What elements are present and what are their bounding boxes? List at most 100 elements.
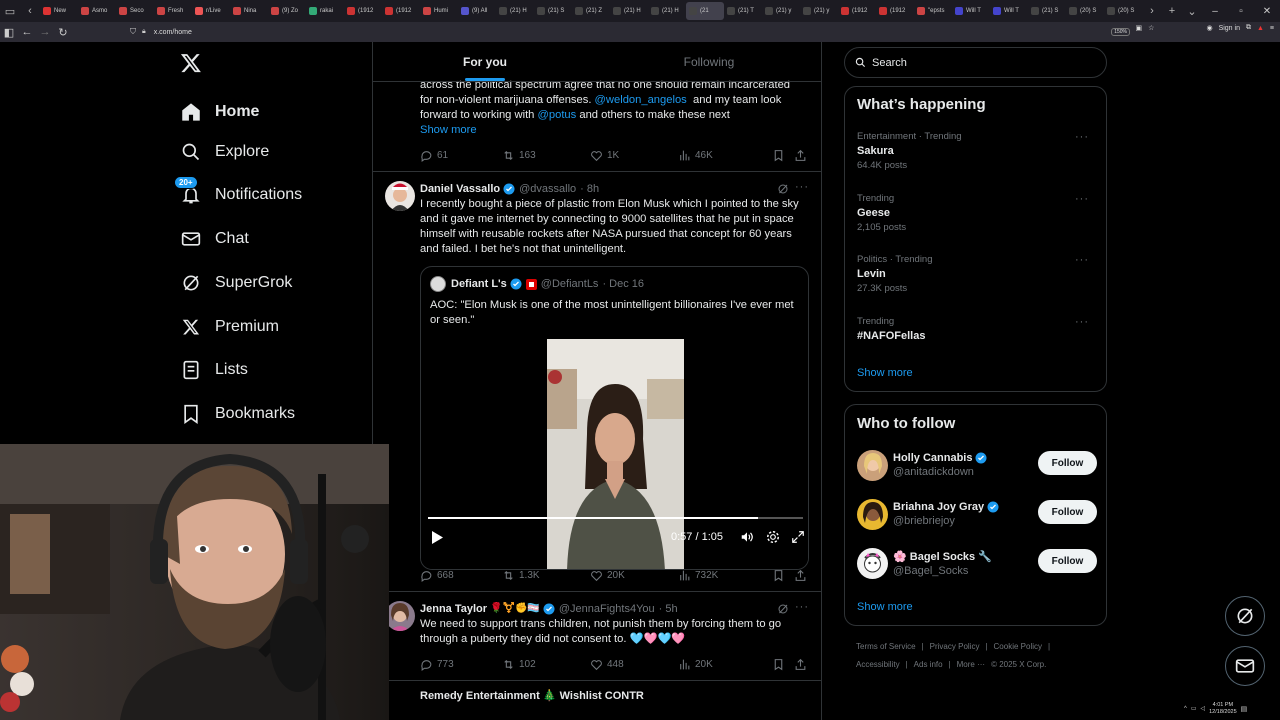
browser-tab[interactable]: Fresh — [154, 2, 192, 20]
nav-notifications[interactable]: 20+ Notifications — [174, 176, 302, 210]
fullscreen-icon[interactable] — [791, 530, 805, 544]
nav-supergrok[interactable]: SuperGrok — [180, 268, 292, 298]
avatar[interactable] — [385, 601, 415, 631]
browser-tab[interactable]: (21) S — [534, 2, 572, 20]
browser-tab[interactable]: Nina — [230, 2, 268, 20]
reader-icon[interactable]: ▣ — [1136, 24, 1143, 32]
grok-icon[interactable] — [777, 183, 789, 195]
nav-lists[interactable]: Lists — [180, 355, 248, 385]
more-options-icon[interactable]: ··· — [1075, 316, 1089, 328]
footer-link[interactable]: Cookie Policy — [994, 642, 1042, 651]
follow-suggestion[interactable]: Briahna Joy Gray @briebriejoy Follow — [857, 496, 1097, 532]
browser-tab[interactable]: (1912 — [344, 2, 382, 20]
nav-explore[interactable]: Explore — [180, 137, 269, 167]
bookmark-button[interactable] — [772, 569, 794, 582]
follow-suggestion[interactable]: Holly Cannabis @anitadickdown Follow — [857, 447, 1097, 483]
footer-link[interactable]: Ads info — [914, 660, 943, 669]
browser-tab[interactable]: (1912 — [838, 2, 876, 20]
show-more-link[interactable]: Show more — [420, 123, 815, 138]
quoted-post[interactable]: Defiant L's @DefiantLs · Dec 16 AOC: "El… — [420, 266, 809, 570]
volume-icon[interactable]: ◁ — [1201, 705, 1206, 712]
back-icon[interactable]: ← — [18, 23, 36, 41]
reply-button[interactable]: 61 — [420, 149, 502, 162]
reload-icon[interactable]: ↻ — [54, 23, 72, 41]
tab-following[interactable]: Following — [597, 42, 821, 81]
follow-button[interactable]: Follow — [1038, 500, 1097, 524]
nav-home[interactable]: Home — [180, 97, 259, 127]
browser-tab[interactable]: Asmo — [78, 2, 116, 20]
browser-tab[interactable]: (21) H — [648, 2, 686, 20]
tab-list-icon[interactable]: ▭ — [0, 0, 20, 22]
video-progress-bar[interactable] — [428, 517, 803, 519]
sign-in-link[interactable]: Sign in — [1219, 25, 1240, 32]
play-icon[interactable] — [431, 531, 443, 544]
views-button[interactable]: 20K — [678, 658, 772, 671]
repost-button[interactable]: 163 — [502, 149, 590, 162]
volume-icon[interactable] — [740, 530, 754, 544]
author-name[interactable]: Daniel Vassallo — [420, 183, 500, 195]
browser-tab[interactable]: (20) S — [1066, 2, 1104, 20]
tab-for-you[interactable]: For you — [373, 42, 597, 81]
browser-tab[interactable]: (21) y — [762, 2, 800, 20]
network-icon[interactable]: ▭ — [1191, 705, 1197, 712]
grok-icon[interactable] — [777, 603, 789, 615]
footer-link[interactable]: Terms of Service — [856, 642, 916, 651]
tray-chevron-icon[interactable]: ^ — [1184, 706, 1187, 712]
browser-tab[interactable]: (21) H — [496, 2, 534, 20]
follow-button[interactable]: Follow — [1038, 451, 1097, 475]
share-button[interactable] — [794, 569, 807, 582]
trend-item[interactable]: Politics · Trending Levin 27.3K posts ··… — [857, 254, 1097, 294]
mention-link[interactable]: @weldon_angelos — [595, 94, 687, 106]
notification-center-icon[interactable]: ▤ — [1241, 705, 1248, 713]
extension-badge-icon[interactable]: ▲ — [1257, 25, 1264, 32]
browser-tab[interactable]: Humi — [420, 2, 458, 20]
video-player[interactable]: 0:57 / 1:05 — [421, 337, 808, 569]
browser-tab[interactable]: (1912 — [876, 2, 914, 20]
show-more-follow-link[interactable]: Show more — [857, 601, 913, 613]
search-input[interactable] — [872, 56, 1072, 69]
more-options-icon[interactable]: ··· — [795, 181, 809, 193]
search-box[interactable] — [844, 47, 1107, 78]
author-handle[interactable]: @dvassallo — [519, 183, 576, 195]
new-tab-icon[interactable]: + — [1162, 0, 1182, 22]
share-button[interactable] — [794, 658, 807, 671]
browser-tab[interactable]: (1912 — [382, 2, 420, 20]
browser-tab[interactable]: "epsts — [914, 2, 952, 20]
mention-link[interactable]: @potus — [538, 109, 577, 121]
like-button[interactable]: 448 — [590, 658, 678, 671]
reply-button[interactable]: 773 — [420, 658, 502, 671]
browser-tab[interactable]: (9) All — [458, 2, 496, 20]
views-button[interactable]: 46K — [678, 149, 772, 162]
extensions-icon[interactable]: ⧉ — [1246, 24, 1251, 32]
star-icon[interactable]: ☆ — [1148, 24, 1154, 32]
settings-gear-icon[interactable] — [766, 530, 780, 544]
maximize-icon[interactable]: ▫ — [1228, 6, 1254, 17]
browser-tab[interactable]: (21) Z — [572, 2, 610, 20]
minimize-icon[interactable]: – — [1202, 6, 1228, 17]
trend-item[interactable]: Entertainment · Trending Sakura 64.4K po… — [857, 131, 1097, 171]
trend-item[interactable]: Trending #NAFOFellas ··· — [857, 316, 1097, 342]
post-time[interactable]: · 8h — [580, 183, 599, 195]
repost-button[interactable]: 1.3K — [502, 569, 590, 582]
messages-float-button[interactable] — [1225, 646, 1265, 686]
trend-item[interactable]: Trending Geese 2,105 posts ··· — [857, 193, 1097, 233]
tab-scroll-left-icon[interactable]: ‹ — [20, 0, 40, 22]
bookmark-button[interactable] — [772, 149, 794, 162]
browser-tab[interactable]: Seco — [116, 2, 154, 20]
like-button[interactable]: 20K — [590, 569, 678, 582]
post-time[interactable]: · 5h — [659, 603, 678, 615]
browser-tab[interactable]: (21 — [686, 2, 724, 20]
zoom-level[interactable]: 150% — [1111, 28, 1130, 36]
like-button[interactable]: 1K — [590, 149, 678, 162]
url-bar[interactable]: ⛉ 🔒︎ x.com/home — [130, 24, 1130, 40]
browser-tab[interactable]: New — [40, 2, 78, 20]
footer-link[interactable]: © 2025 X Corp. — [991, 660, 1046, 669]
next-post-partial[interactable]: Remedy Entertainment 🎄 Wishlist CONTR — [420, 688, 644, 703]
browser-tab[interactable]: (21) H — [610, 2, 648, 20]
close-window-icon[interactable]: ✕ — [1254, 6, 1280, 17]
more-options-icon[interactable]: ··· — [795, 601, 809, 613]
browser-tab[interactable]: Will T — [952, 2, 990, 20]
browser-tab[interactable]: (20) S — [1104, 2, 1142, 20]
footer-link[interactable]: Privacy Policy — [930, 642, 980, 651]
author-name[interactable]: Jenna Taylor — [420, 603, 487, 615]
